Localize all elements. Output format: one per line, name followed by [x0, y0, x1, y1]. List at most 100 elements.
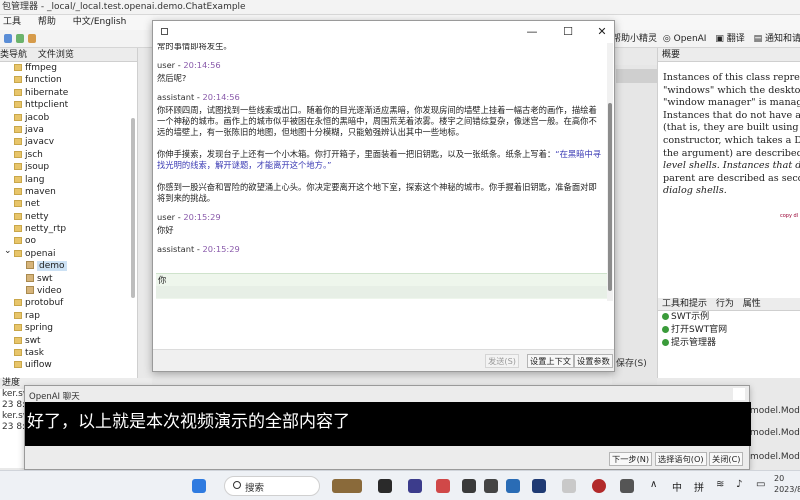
help-sprite-link[interactable]: 帮助小精灵: [612, 34, 657, 44]
package-explorer: 类导航 文件浏览 ffmpeg function hibernate httpclie…: [0, 48, 138, 378]
close-icon[interactable]: ✕: [593, 25, 611, 39]
tree-item-label: oo: [25, 236, 37, 247]
battery-icon[interactable]: ▭: [756, 479, 765, 490]
toolbar-icon[interactable]: [4, 34, 12, 43]
app-icon[interactable]: [532, 479, 546, 493]
tab-behavior[interactable]: 行为: [716, 299, 734, 309]
minimize-icon[interactable]: —: [523, 25, 541, 39]
tab-tools-tips[interactable]: 工具和提示: [662, 299, 707, 309]
message-time: 20:15:29: [183, 212, 221, 223]
save-button[interactable]: 保存(S): [616, 356, 647, 369]
tree-item[interactable]: javacv: [0, 136, 137, 148]
chat-history[interactable]: 常的事情即将发生。 user - 20:14:56 然后呢? assistant…: [157, 43, 611, 275]
app-icon[interactable]: [506, 479, 520, 493]
folder-icon: [14, 88, 22, 96]
tree-item-label: javacv: [25, 137, 55, 148]
tree-item[interactable]: lang: [0, 174, 137, 186]
tree-item[interactable]: task: [0, 347, 137, 359]
app-icon[interactable]: [436, 479, 450, 493]
subtitle-text: 好了，以上就是本次视频演示的全部内容了: [25, 402, 751, 446]
list-item[interactable]: 打开SWT官网: [658, 324, 800, 337]
toolbar-icon[interactable]: [28, 34, 36, 43]
menu-language[interactable]: 中文/English: [73, 17, 127, 27]
next-step-button[interactable]: 下一步(N): [609, 452, 653, 466]
taskbar-clock[interactable]: 20 2023/8: [774, 473, 800, 495]
tree-item[interactable]: net: [0, 198, 137, 210]
javadoc-text: Instances of this class represen "window…: [663, 72, 800, 197]
close-icon[interactable]: [733, 388, 745, 400]
folder-icon: [14, 163, 22, 171]
tree-item[interactable]: httpclient: [0, 99, 137, 111]
scrollbar-thumb[interactable]: [608, 103, 612, 291]
chat-scrollbar[interactable]: [607, 43, 613, 301]
folder-icon: [14, 212, 22, 220]
tree-item[interactable]: spring: [0, 322, 137, 334]
set-params-button[interactable]: 设置参数: [574, 354, 613, 368]
chat-titlebar: — ☐ ✕: [153, 21, 614, 43]
tree-item-label: rap: [25, 310, 40, 321]
tree-item[interactable]: ⌄ openai: [0, 245, 137, 260]
folder-icon: [14, 324, 22, 332]
wifi-icon[interactable]: ≋: [716, 479, 724, 490]
scrollbar[interactable]: [131, 118, 135, 298]
message-role: assistant: [157, 92, 195, 103]
editor-strip: [612, 65, 657, 385]
notification-link[interactable]: ▤ 通知和请求: [754, 34, 800, 44]
task-view-icon[interactable]: [378, 479, 392, 493]
app-icon[interactable]: [462, 479, 476, 493]
toolbar-icon[interactable]: [16, 34, 24, 43]
app-icon[interactable]: [592, 479, 606, 493]
tab-class-nav[interactable]: 类导航: [0, 50, 27, 60]
ime-mode[interactable]: 拼: [694, 479, 704, 494]
tree-item[interactable]: jsoup: [0, 161, 137, 173]
tree-item[interactable]: java: [0, 124, 137, 136]
tree-item[interactable]: ffmpeg: [0, 62, 137, 74]
folder-icon: [14, 64, 22, 71]
ime-language[interactable]: 中: [672, 479, 682, 494]
tree-item[interactable]: swt: [0, 273, 137, 285]
tab-properties[interactable]: 属性: [743, 299, 761, 309]
tree-item[interactable]: rap: [0, 310, 137, 322]
tree-item[interactable]: uiflow: [0, 359, 137, 371]
taskbar-search[interactable]: 搜索: [224, 476, 320, 496]
tray-chevron-icon[interactable]: ∧: [650, 479, 657, 490]
tab-outline[interactable]: 概要: [658, 48, 800, 62]
openai-chat-dialog: OpenAI 聊天 好了，以上就是本次视频演示的全部内容了 下一步(N) 选择语…: [24, 385, 751, 470]
tree-item[interactable]: protobuf: [0, 297, 137, 309]
window-icon: [161, 28, 168, 35]
tab-file-browser[interactable]: 文件浏览: [38, 50, 74, 60]
close-button[interactable]: 关闭(C): [709, 452, 744, 466]
tree-item[interactable]: oo: [0, 235, 137, 247]
tree-item[interactable]: netty_rtp: [0, 223, 137, 235]
tree-item[interactable]: demo: [0, 260, 137, 272]
list-item[interactable]: 提示管理器: [658, 337, 800, 350]
translate-link[interactable]: ▣ 翻译: [715, 34, 747, 44]
tree-item[interactable]: hibernate: [0, 87, 137, 99]
app-icon[interactable]: [484, 479, 498, 493]
list-item[interactable]: SWT示例: [658, 311, 800, 324]
maximize-icon[interactable]: ☐: [559, 25, 577, 39]
copy-link[interactable]: copy dl: [780, 213, 798, 219]
app-icon[interactable]: [562, 479, 576, 493]
expand-icon[interactable]: ⌄: [4, 245, 12, 257]
send-button[interactable]: 发送(S): [485, 354, 519, 368]
menu-tools[interactable]: 工具: [3, 17, 21, 27]
widget-icon[interactable]: [332, 479, 362, 493]
app-icon[interactable]: [408, 479, 422, 493]
tree-item[interactable]: netty: [0, 211, 137, 223]
message-input[interactable]: [156, 286, 610, 298]
openai-link[interactable]: ◎ OpenAI: [663, 34, 710, 44]
set-context-button[interactable]: 设置上下文: [527, 354, 574, 368]
tree-item[interactable]: video: [0, 285, 137, 297]
start-icon[interactable]: [192, 479, 206, 493]
tree-item[interactable]: function: [0, 74, 137, 86]
tree-item[interactable]: swt: [0, 335, 137, 347]
tree-item[interactable]: jacob: [0, 112, 137, 124]
tree-item[interactable]: jsch: [0, 149, 137, 161]
tree-item-label: jsoup: [25, 162, 50, 173]
app-icon[interactable]: [620, 479, 634, 493]
tree-item[interactable]: maven: [0, 186, 137, 198]
menu-help[interactable]: 帮助: [38, 17, 56, 27]
select-sentence-button[interactable]: 选择语句(O): [655, 452, 707, 466]
volume-icon[interactable]: ♪: [736, 479, 742, 490]
